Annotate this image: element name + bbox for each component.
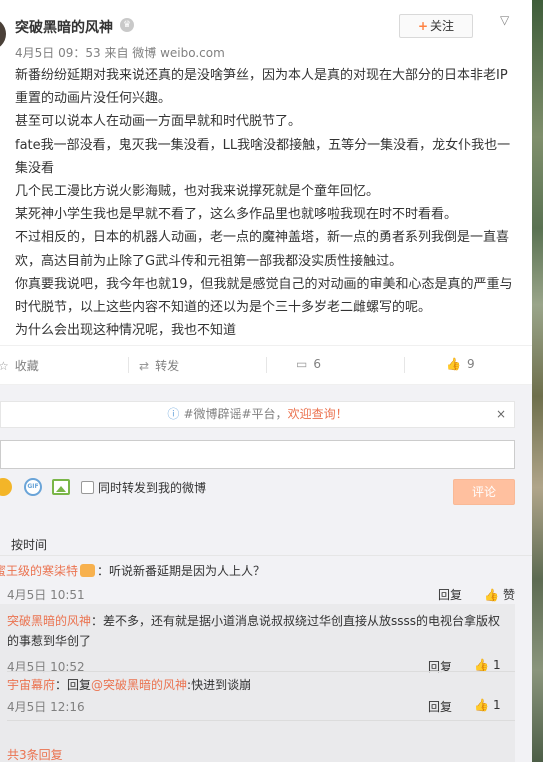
emoji-icon[interactable] bbox=[0, 478, 12, 496]
comment-submit-button[interactable]: 评论 bbox=[453, 479, 515, 505]
repost-label: 转发 bbox=[155, 359, 180, 373]
reply-thread: 突破黑暗的风神：差不多，还有就是据小道消息说叔叔绕过华创直接从放ssss的电视台… bbox=[0, 604, 515, 762]
reply-author[interactable]: 宇宙幕府 bbox=[7, 678, 55, 692]
notice-topic[interactable]: #微博辟谣#平台， bbox=[183, 407, 287, 421]
reply-time: 4月5日 10:52 bbox=[7, 660, 85, 674]
favorite-label: 收藏 bbox=[14, 359, 39, 373]
reply-mention[interactable]: @突破黑暗的风神 bbox=[91, 678, 187, 692]
follow-button[interactable]: + 关注 bbox=[399, 14, 473, 38]
thumbs-up-icon: 👍 bbox=[484, 588, 499, 602]
comment-icon: ▭ bbox=[296, 357, 308, 371]
background-scenery bbox=[532, 0, 543, 762]
comment-input[interactable] bbox=[0, 440, 515, 469]
action-bar: ☆ 收藏 ⇄ 转发 ▭ 6 👍 9 bbox=[0, 345, 532, 391]
comment-button[interactable]: ▭ 6 bbox=[296, 357, 324, 391]
like-count: 9 bbox=[466, 357, 475, 371]
comment-item: 蜜王级的寒柒特 ：听说新番延期是因为人上人？ bbox=[0, 562, 265, 579]
repost-icon: ⇄ bbox=[139, 359, 150, 373]
reply-time: 4月5日 12:16 bbox=[7, 700, 85, 714]
plus-icon: + bbox=[417, 19, 429, 33]
notice-link[interactable]: 欢迎查询！ bbox=[288, 407, 348, 421]
like-button[interactable]: 👍 9 bbox=[446, 357, 475, 371]
weibo-post-card: 突破黑暗的风神 ♛ 4月5日 09：53 来自 微博 weibo.com + 关注… bbox=[0, 0, 532, 762]
reply-text: 宇宙幕府：回复@突破黑暗的风神:快进到谈崩 bbox=[7, 675, 507, 695]
star-icon: ☆ bbox=[0, 359, 9, 373]
divider bbox=[0, 555, 532, 556]
favorite-button[interactable]: ☆ 收藏 bbox=[0, 357, 39, 374]
repost-checkbox[interactable] bbox=[81, 481, 94, 494]
reply-author[interactable]: 突破黑暗的风神 bbox=[7, 614, 91, 628]
thumbs-up-icon: 👍 bbox=[474, 658, 489, 672]
reply-button[interactable]: 回复 bbox=[438, 586, 462, 603]
comment-author[interactable]: 蜜王级的寒柒特 bbox=[0, 564, 78, 578]
repost-button[interactable]: ⇄ 转发 bbox=[139, 357, 179, 374]
like-button[interactable]: 👍 1 bbox=[474, 658, 501, 672]
chevron-down-icon[interactable]: ▽ bbox=[500, 14, 516, 26]
comment-text: ：听说新番延期是因为人上人？ bbox=[97, 564, 266, 578]
reply-text: 突破黑暗的风神：差不多，还有就是据小道消息说叔叔绕过华创直接从放ssss的电视台… bbox=[7, 611, 507, 651]
reply-button[interactable]: 回复 bbox=[428, 698, 452, 715]
level-badge-icon bbox=[80, 564, 96, 577]
post-body: 新番纷纷延期对我来说还真的是没啥笋丝，因为本人是真的对现在大部分的日本非老IP重… bbox=[15, 68, 513, 339]
sort-by-time[interactable]: 按时间 bbox=[11, 536, 47, 553]
comment-time: 4月5日 10:51 bbox=[7, 588, 85, 602]
like-button[interactable]: 👍 1 bbox=[474, 698, 501, 712]
thumbs-up-icon: 👍 bbox=[474, 698, 489, 712]
comment-panel: ⓘ #微博辟谣#平台，欢迎查询！ × GIF 同时转发到我的微博 评论 按时间 蜜… bbox=[0, 385, 532, 762]
like-button[interactable]: 👍 赞 bbox=[484, 586, 515, 603]
divider bbox=[128, 357, 129, 373]
reply-prefix: ：回复 bbox=[55, 678, 92, 692]
divider bbox=[404, 357, 405, 373]
post-username[interactable]: 突破黑暗的风神 bbox=[15, 17, 113, 37]
divider bbox=[7, 720, 515, 721]
divider bbox=[266, 357, 267, 373]
like-count: 1 bbox=[492, 698, 501, 712]
image-icon[interactable] bbox=[52, 479, 70, 495]
reply-button[interactable]: 回复 bbox=[428, 658, 452, 675]
follow-label: 关注 bbox=[430, 19, 455, 33]
comment-count: 6 bbox=[313, 357, 321, 371]
reply-body: :快进到谈崩 bbox=[187, 678, 252, 692]
avatar[interactable] bbox=[0, 18, 6, 50]
total-replies-link[interactable]: 共3条回复 bbox=[7, 746, 63, 762]
like-label: 赞 bbox=[502, 588, 515, 602]
info-icon: ⓘ bbox=[167, 407, 180, 421]
gif-icon[interactable]: GIF bbox=[24, 478, 42, 496]
repost-checkbox-label[interactable]: 同时转发到我的微博 bbox=[98, 479, 206, 496]
thumbs-up-icon: 👍 bbox=[446, 357, 461, 371]
rumor-notice: ⓘ #微博辟谣#平台，欢迎查询！ × bbox=[0, 401, 515, 428]
like-count: 1 bbox=[492, 658, 501, 672]
post-meta: 4月5日 09：53 来自 微博 weibo.com bbox=[15, 46, 225, 60]
crown-icon: ♛ bbox=[120, 18, 134, 32]
divider bbox=[7, 671, 515, 672]
close-icon[interactable]: × bbox=[496, 402, 506, 427]
